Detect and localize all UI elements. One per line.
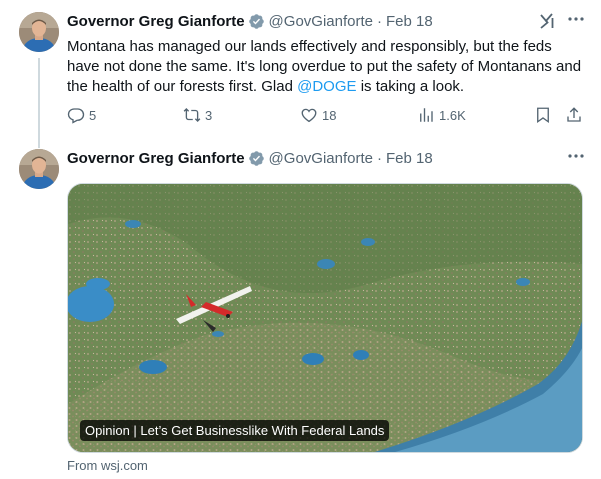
separator: ·	[376, 149, 382, 167]
views-count: 1.6K	[439, 107, 466, 123]
bookmark-icon	[537, 107, 549, 124]
repost-button[interactable]: 3	[183, 106, 212, 124]
share-button[interactable]	[565, 106, 587, 124]
timestamp[interactable]: Feb 18	[386, 13, 433, 30]
reply-icon	[67, 108, 85, 124]
link-card-image	[68, 184, 582, 452]
thread-line	[38, 58, 40, 148]
avatar[interactable]	[19, 149, 59, 189]
handle[interactable]: @GovGianforte	[269, 150, 373, 167]
tweet-text: Montana has managed our lands effectivel…	[67, 37, 582, 97]
mention-link[interactable]: @DOGE	[297, 78, 356, 95]
heart-icon	[301, 108, 317, 123]
like-count: 18	[322, 107, 337, 123]
display-name[interactable]: Governor Greg Gianforte	[67, 150, 245, 167]
grok-icon[interactable]	[538, 12, 556, 30]
more-options-icon[interactable]	[566, 150, 586, 168]
verified-badge-icon	[248, 13, 265, 30]
views-button[interactable]: 1.6K	[417, 106, 466, 124]
handle[interactable]: @GovGianforte	[269, 13, 373, 30]
tweet-header: Governor Greg Gianforte @GovGianforte · …	[67, 148, 433, 168]
action-bar: 5 3 18 1.6K	[0, 106, 601, 126]
timestamp[interactable]: Feb 18	[386, 150, 433, 167]
more-options-icon[interactable]	[566, 13, 586, 31]
link-source[interactable]: From wsj.com	[67, 458, 148, 473]
like-button[interactable]: 18	[300, 106, 336, 124]
repost-icon	[183, 108, 201, 122]
tweet-header: Governor Greg Gianforte @GovGianforte · …	[67, 11, 433, 31]
avatar[interactable]	[19, 12, 59, 52]
verified-badge-icon	[248, 150, 265, 167]
reply-count: 5	[89, 107, 97, 123]
reply-button[interactable]: 5	[67, 106, 96, 124]
link-card[interactable]: Opinion | Let’s Get Businesslike With Fe…	[67, 183, 583, 453]
bookmark-button[interactable]	[534, 106, 556, 124]
views-chart-icon	[420, 108, 433, 122]
separator: ·	[376, 12, 382, 30]
tweet-1[interactable]: Governor Greg Gianforte @GovGianforte · …	[0, 0, 601, 148]
share-icon	[567, 107, 581, 122]
repost-count: 3	[205, 107, 213, 123]
link-card-title: Opinion | Let’s Get Businesslike With Fe…	[80, 420, 390, 441]
display-name[interactable]: Governor Greg Gianforte	[67, 13, 245, 30]
tweet-text-end: is taking a look.	[356, 78, 465, 95]
